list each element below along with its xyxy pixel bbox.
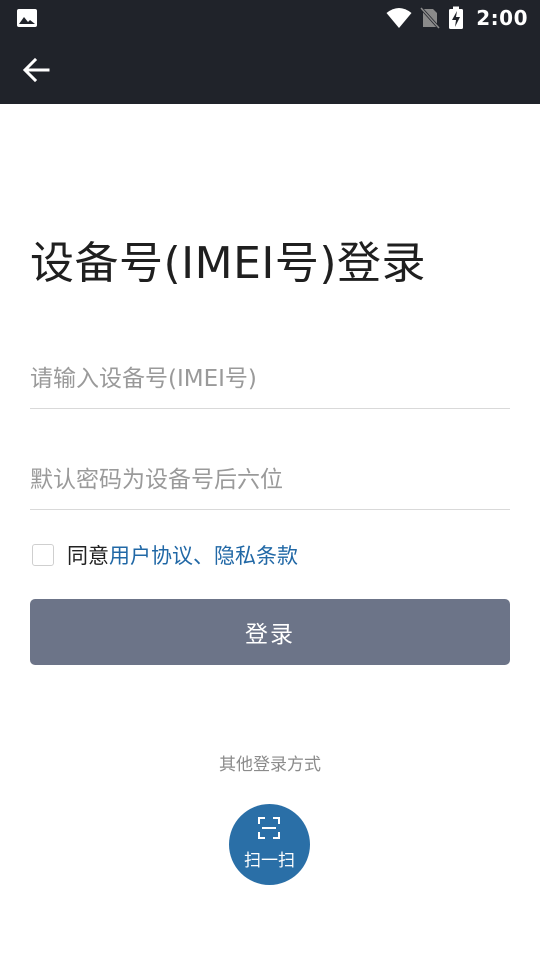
image-icon	[17, 9, 37, 27]
agree-prefix: 同意	[67, 544, 109, 568]
imei-input[interactable]	[30, 350, 510, 409]
status-time: 2:00	[476, 6, 528, 30]
scan-label: 扫一扫	[244, 851, 295, 871]
terms-link[interactable]: 用户协议、隐私条款	[109, 540, 298, 570]
app-bar	[0, 36, 540, 104]
scan-icon	[258, 817, 280, 839]
login-button[interactable]: 登录	[30, 599, 510, 665]
agreement-row: 同意 用户协议、隐私条款	[32, 540, 298, 570]
other-login-label: 其他登录方式	[219, 755, 321, 775]
wifi-icon	[386, 8, 412, 28]
no-sim-icon	[420, 6, 441, 30]
page-title: 设备号(IMEI号)登录	[30, 238, 427, 289]
scan-button[interactable]: 扫一扫	[229, 804, 310, 885]
status-bar: 2:00	[0, 0, 540, 36]
agree-checkbox[interactable]	[32, 544, 54, 566]
back-button[interactable]	[14, 50, 58, 90]
arrow-left-icon	[22, 57, 50, 83]
password-input[interactable]	[30, 451, 510, 510]
battery-charging-icon	[449, 6, 464, 29]
